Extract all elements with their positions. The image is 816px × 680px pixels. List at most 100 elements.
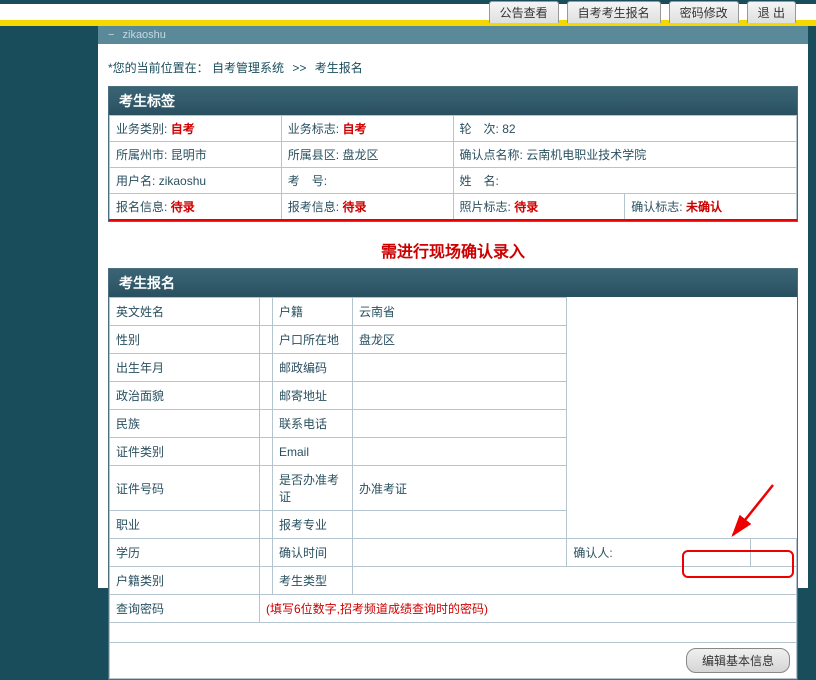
form-value <box>260 511 273 539</box>
left-sidebar <box>0 26 98 588</box>
form-label: 性别 <box>110 326 260 354</box>
form-value: 办准考证 <box>353 466 567 511</box>
breadcrumb-prefix: *您的当前位置在： <box>108 61 209 75</box>
form-value: 云南省 <box>353 298 567 326</box>
form-value <box>260 539 273 567</box>
form-row: 出生年月 邮政编码 <box>110 354 797 382</box>
tab-header: − zikaoshu <box>98 26 808 44</box>
tag-label: 报名信息: <box>116 200 167 214</box>
form-label: 确认时间 <box>273 539 353 567</box>
form-row: 查询密码 (填写6位数字,招考频道成绩查询时的密码) <box>110 595 797 623</box>
breadcrumb-system[interactable]: 自考管理系统 <box>212 61 284 75</box>
nav-logout[interactable]: 退 出 <box>747 1 796 23</box>
form-label: 查询密码 <box>110 595 260 623</box>
form-label: 学历 <box>110 539 260 567</box>
tag-row: 用户名: zikaoshu 考 号: 姓 名: <box>110 168 797 194</box>
form-row: 证件类别 Email <box>110 438 797 466</box>
tag-label: 确认点名称: <box>460 148 523 162</box>
confirm-notice: 需进行现场确认录入 <box>98 232 808 268</box>
form-value <box>260 410 273 438</box>
tag-label: 考 号: <box>288 174 327 188</box>
tag-label: 业务类别: <box>116 122 167 136</box>
form-row: 职业 报考专业 <box>110 511 797 539</box>
form-row: 民族 联系电话 <box>110 410 797 438</box>
form-label: 证件号码 <box>110 466 260 511</box>
tag-label: 报考信息: <box>288 200 339 214</box>
form-table: 英文姓名 户籍 云南省 性别 户口所在地 盘龙区 出生年月 邮政编 <box>109 297 797 679</box>
form-label: 民族 <box>110 410 260 438</box>
form-label: 出生年月 <box>110 354 260 382</box>
tag-value: 自考 <box>171 122 195 136</box>
nav-announcement[interactable]: 公告查看 <box>489 1 559 23</box>
form-row: 性别 户口所在地 盘龙区 <box>110 326 797 354</box>
top-navigation: 公告查看 自考考生报名 密码修改 退 出 <box>0 0 816 20</box>
breadcrumb: *您的当前位置在： 自考管理系统 >> 考生报名 <box>98 44 808 86</box>
tag-row: 所属州市: 昆明市 所属县区: 盘龙区 确认点名称: 云南机电职业技术学院 <box>110 142 797 168</box>
tag-value: 待录 <box>342 200 366 214</box>
tag-label: 所属县区: <box>288 148 339 162</box>
tag-panel: 考生标签 业务类别: 自考 业务标志: 自考 轮 次: 82 所属州市: 昆明市… <box>108 86 798 222</box>
tag-row: 报名信息: 待录 报考信息: 待录 照片标志: 待录 确认标志: 未确认 <box>110 194 797 221</box>
tag-value: 盘龙区 <box>342 148 378 162</box>
form-spacer-row <box>110 623 797 643</box>
form-value <box>260 382 273 410</box>
form-label: 户籍类别 <box>110 567 260 595</box>
form-value <box>260 438 273 466</box>
form-value <box>260 567 273 595</box>
tag-table: 业务类别: 自考 业务标志: 自考 轮 次: 82 所属州市: 昆明市 所属县区… <box>109 115 797 221</box>
tag-label: 业务标志: <box>288 122 339 136</box>
nav-exam-register[interactable]: 自考考生报名 <box>567 1 661 23</box>
form-value <box>353 438 567 466</box>
form-label: 确认人: <box>567 539 751 567</box>
form-label: 考生类型 <box>273 567 353 595</box>
form-value <box>353 539 567 567</box>
form-label: 英文姓名 <box>110 298 260 326</box>
tag-label: 照片标志: <box>460 200 511 214</box>
form-row: 学历 确认时间 确认人: <box>110 539 797 567</box>
tag-value: 待录 <box>514 200 538 214</box>
form-value <box>353 354 567 382</box>
tag-label: 确认标志: <box>631 200 682 214</box>
tag-row: 业务类别: 自考 业务标志: 自考 轮 次: 82 <box>110 116 797 142</box>
tab-close-icon[interactable]: − <box>108 29 114 41</box>
tag-value: 未确认 <box>686 200 722 214</box>
form-panel: 考生报名 英文姓名 户籍 云南省 性别 户口所在地 盘龙区 <box>108 268 798 680</box>
form-label: 户籍 <box>273 298 353 326</box>
form-value: 盘龙区 <box>353 326 567 354</box>
tag-value: 82 <box>502 122 515 136</box>
form-row: 政治面貌 邮寄地址 <box>110 382 797 410</box>
edit-basic-info-button[interactable]: 编辑基本信息 <box>686 648 790 673</box>
tab-username: zikaoshu <box>123 29 166 41</box>
form-hint: (填写6位数字,招考频道成绩查询时的密码) <box>260 595 797 623</box>
form-label: 户口所在地 <box>273 326 353 354</box>
form-label: Email <box>273 438 353 466</box>
tag-value: 自考 <box>342 122 366 136</box>
tag-panel-header: 考生标签 <box>109 87 797 115</box>
form-value <box>260 298 273 326</box>
form-label: 联系电话 <box>273 410 353 438</box>
form-value <box>353 567 797 595</box>
form-button-row: 编辑基本信息 <box>110 643 797 679</box>
form-value <box>353 511 567 539</box>
form-label: 职业 <box>110 511 260 539</box>
form-row: 英文姓名 户籍 云南省 <box>110 298 797 326</box>
form-value <box>260 326 273 354</box>
form-row: 证件号码 是否办准考证 办准考证 <box>110 466 797 511</box>
breadcrumb-sep: >> <box>292 61 306 75</box>
form-label: 证件类别 <box>110 438 260 466</box>
tag-label: 所属州市: <box>116 148 167 162</box>
form-label: 报考专业 <box>273 511 353 539</box>
form-label: 政治面貌 <box>110 382 260 410</box>
form-panel-header: 考生报名 <box>109 269 797 297</box>
form-value <box>260 354 273 382</box>
form-label: 邮政编码 <box>273 354 353 382</box>
tag-value: 待录 <box>171 200 195 214</box>
tag-value: 昆明市 <box>171 148 207 162</box>
form-value <box>751 539 797 567</box>
content-area: − zikaoshu *您的当前位置在： 自考管理系统 >> 考生报名 考生标签… <box>98 26 808 588</box>
form-value <box>353 410 567 438</box>
tag-label: 轮 次: <box>460 122 499 136</box>
form-value <box>260 466 273 511</box>
form-row: 户籍类别 考生类型 <box>110 567 797 595</box>
nav-password-change[interactable]: 密码修改 <box>669 1 739 23</box>
